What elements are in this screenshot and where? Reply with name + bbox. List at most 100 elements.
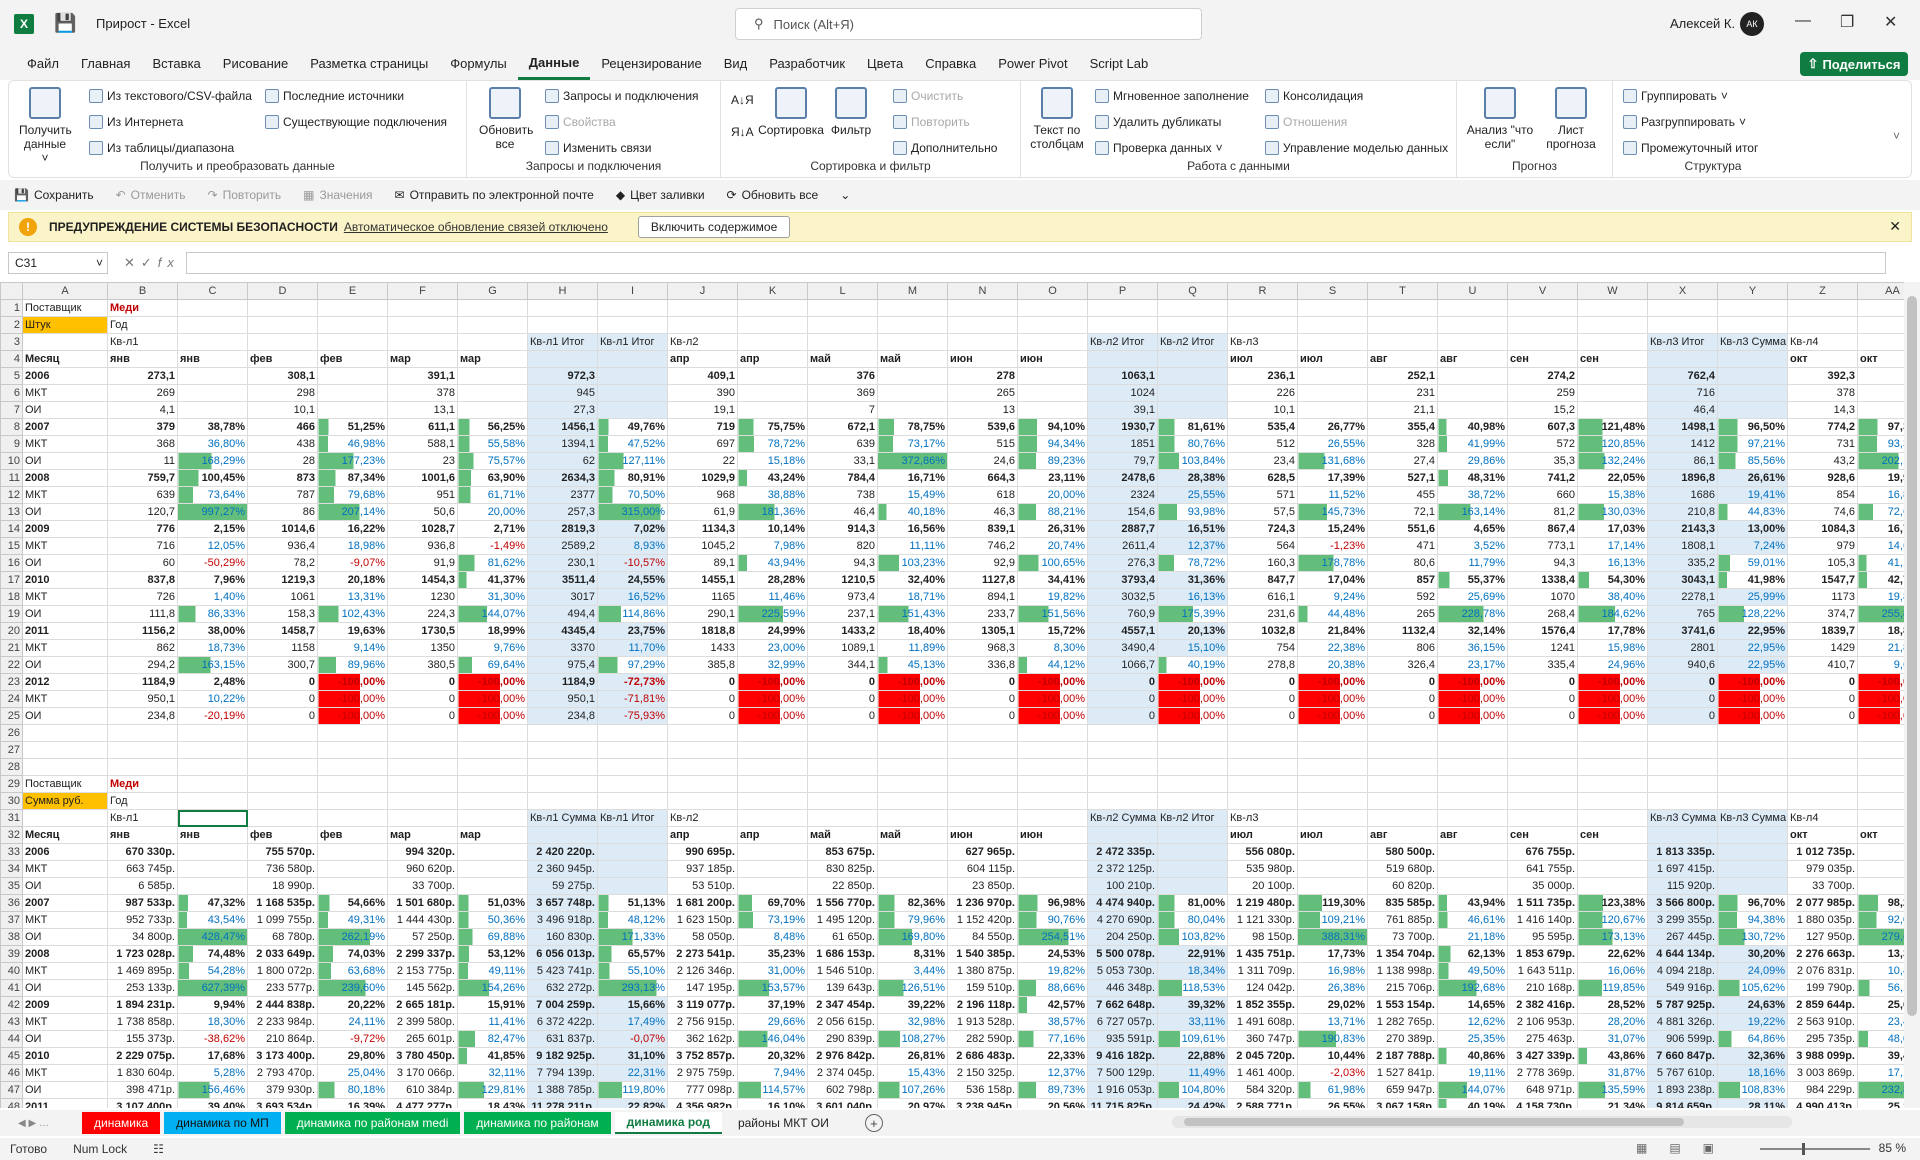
cell[interactable]: -100,00% bbox=[317, 690, 388, 708]
menu-tab[interactable]: Рисование bbox=[212, 48, 299, 80]
cell[interactable] bbox=[1507, 741, 1578, 759]
cell[interactable]: Кв-л4 bbox=[1787, 809, 1858, 827]
cell[interactable] bbox=[1647, 299, 1718, 317]
cell[interactable]: 8,30% bbox=[1017, 639, 1088, 657]
cell[interactable]: 410,7 bbox=[1787, 656, 1858, 674]
cell[interactable]: 228,78% bbox=[1437, 605, 1508, 623]
cell[interactable] bbox=[1017, 741, 1088, 759]
cell[interactable] bbox=[527, 724, 598, 742]
cell[interactable]: Кв-л1 Итог bbox=[527, 333, 598, 351]
cell[interactable]: 14,65% bbox=[1437, 996, 1508, 1014]
cell[interactable]: 49,31% bbox=[317, 911, 388, 929]
cell[interactable] bbox=[1647, 724, 1718, 742]
cell[interactable]: 1576,4 bbox=[1507, 622, 1578, 640]
cell[interactable]: 154,26% bbox=[457, 979, 528, 997]
sort-za-icon[interactable]: Я↓A bbox=[731, 125, 754, 139]
cell[interactable]: 584 320р. bbox=[1227, 1081, 1298, 1099]
cell[interactable]: 906 599р. bbox=[1647, 1030, 1718, 1048]
cell[interactable] bbox=[1717, 350, 1788, 368]
cell[interactable]: 2,15% bbox=[177, 520, 248, 538]
cell[interactable]: 15,10% bbox=[1157, 639, 1228, 657]
cell[interactable]: 7 662 648р. bbox=[1087, 996, 1158, 1014]
cell[interactable]: 33 700р. bbox=[1787, 877, 1858, 895]
cell[interactable]: 17,73% bbox=[1297, 945, 1368, 963]
cell[interactable]: 1808,1 bbox=[1647, 537, 1718, 555]
cell[interactable]: 2 588 771р. bbox=[1227, 1098, 1298, 1108]
cell[interactable]: 108,83% bbox=[1717, 1081, 1788, 1099]
cell[interactable]: 139 643р. bbox=[807, 979, 878, 997]
cell[interactable]: 16,39% bbox=[317, 1098, 388, 1108]
cell[interactable]: 6 585р. bbox=[107, 877, 178, 895]
cell[interactable]: 43,94% bbox=[1437, 894, 1508, 912]
cell[interactable]: 28,20% bbox=[1577, 1013, 1648, 1031]
cell[interactable]: 4 990 413р. bbox=[1787, 1098, 1858, 1108]
cell[interactable] bbox=[177, 741, 248, 759]
cell[interactable]: 100,65% bbox=[1017, 554, 1088, 572]
cell[interactable]: Сумма руб. bbox=[22, 792, 108, 810]
cell[interactable]: МКТ bbox=[22, 639, 108, 657]
cell[interactable] bbox=[1507, 333, 1578, 351]
cell[interactable] bbox=[807, 809, 878, 827]
menu-tab[interactable]: Справка bbox=[914, 48, 987, 80]
cell[interactable] bbox=[1367, 758, 1438, 776]
menu-tab[interactable]: Цвета bbox=[856, 48, 914, 80]
column-header[interactable]: U bbox=[1437, 282, 1508, 300]
cell[interactable] bbox=[947, 758, 1018, 776]
cell[interactable]: 607,3 bbox=[1507, 418, 1578, 436]
row-header[interactable]: 40 bbox=[0, 962, 23, 980]
cell[interactable]: 1547,7 bbox=[1787, 571, 1858, 589]
column-header[interactable]: L bbox=[807, 282, 878, 300]
cell[interactable] bbox=[177, 775, 248, 793]
cell[interactable]: 40,18% bbox=[877, 503, 948, 521]
cell[interactable] bbox=[1717, 775, 1788, 793]
cell[interactable]: 26,61% bbox=[1717, 469, 1788, 487]
cell[interactable]: 84 550р. bbox=[947, 928, 1018, 946]
cell[interactable] bbox=[1787, 724, 1858, 742]
cell[interactable]: 20,38% bbox=[1297, 656, 1368, 674]
cell[interactable]: Штук bbox=[22, 316, 108, 334]
cell[interactable]: 33 700р. bbox=[387, 877, 458, 895]
minimize-icon[interactable]: — bbox=[1795, 12, 1811, 30]
cell[interactable]: 1394,1 bbox=[527, 435, 598, 453]
column-header[interactable]: F bbox=[387, 282, 458, 300]
cell[interactable]: 55,37% bbox=[1437, 571, 1508, 589]
cell[interactable]: 257,3 bbox=[527, 503, 598, 521]
cell[interactable]: 2 196 118р. bbox=[947, 996, 1018, 1014]
cell[interactable]: авг bbox=[1437, 350, 1508, 368]
cell[interactable]: 163,15% bbox=[177, 656, 248, 674]
cell[interactable]: мар bbox=[457, 350, 528, 368]
cell[interactable]: Год bbox=[107, 316, 178, 334]
cell[interactable]: 267 445р. bbox=[1647, 928, 1718, 946]
cell[interactable] bbox=[1367, 741, 1438, 759]
cell[interactable]: 12,62% bbox=[1437, 1013, 1508, 1031]
cell[interactable]: 19,82% bbox=[1017, 588, 1088, 606]
cell[interactable]: 1 380 875р. bbox=[947, 962, 1018, 980]
cell[interactable]: 54,30% bbox=[1577, 571, 1648, 589]
cell[interactable]: 2 276 663р. bbox=[1787, 945, 1858, 963]
cell[interactable] bbox=[1157, 316, 1228, 334]
cell[interactable]: -100,00% bbox=[1157, 707, 1228, 725]
cell[interactable] bbox=[877, 367, 948, 385]
cell[interactable]: 24,55% bbox=[597, 571, 668, 589]
cell[interactable]: 204 250р. bbox=[1087, 928, 1158, 946]
cell[interactable]: 16,71% bbox=[877, 469, 948, 487]
cell[interactable] bbox=[1157, 877, 1228, 895]
cell[interactable] bbox=[527, 826, 598, 844]
cell[interactable] bbox=[1437, 758, 1508, 776]
cell[interactable]: 103,84% bbox=[1157, 452, 1228, 470]
cell[interactable] bbox=[527, 775, 598, 793]
cell[interactable] bbox=[387, 809, 458, 827]
cell[interactable] bbox=[1857, 367, 1904, 385]
close-warning-icon[interactable]: ✕ bbox=[1889, 218, 1901, 235]
cell[interactable]: 663 745р. bbox=[107, 860, 178, 878]
cell[interactable] bbox=[457, 792, 528, 810]
cell[interactable]: Кв-л1 bbox=[107, 333, 178, 351]
cell[interactable]: 987 533р. bbox=[107, 894, 178, 912]
cell[interactable] bbox=[1717, 792, 1788, 810]
cell[interactable]: 1001,6 bbox=[387, 469, 458, 487]
cell[interactable]: 1241 bbox=[1507, 639, 1578, 657]
cell[interactable]: 738 bbox=[807, 486, 878, 504]
row-header[interactable]: 9 bbox=[0, 435, 23, 453]
cell[interactable]: 4,65% bbox=[1437, 520, 1508, 538]
cell[interactable]: 0 bbox=[247, 673, 318, 691]
